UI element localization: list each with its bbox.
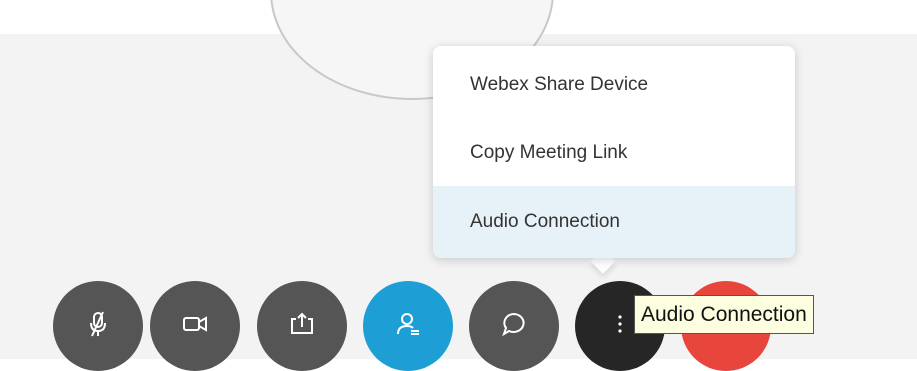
more-options-icon [605, 309, 635, 344]
more-options-menu: Webex Share Device Copy Meeting Link Aud… [433, 46, 795, 258]
menu-item-webex-share-device[interactable]: Webex Share Device [433, 50, 795, 120]
chat-button[interactable] [469, 281, 559, 371]
video-icon [180, 309, 210, 344]
share-content-button[interactable] [257, 281, 347, 371]
chat-icon [499, 309, 529, 344]
menu-item-label: Audio Connection [470, 211, 620, 232]
menu-item-audio-connection[interactable]: Audio Connection [433, 186, 795, 258]
menu-item-label: Copy Meeting Link [470, 142, 628, 163]
mute-button[interactable] [53, 281, 143, 371]
menu-item-copy-meeting-link[interactable]: Copy Meeting Link [433, 118, 795, 188]
share-icon [287, 309, 317, 344]
tooltip: Audio Connection [634, 295, 814, 334]
participants-icon [393, 309, 423, 344]
mic-muted-icon [83, 309, 113, 344]
video-button[interactable] [150, 281, 240, 371]
participants-button[interactable] [363, 281, 453, 371]
menu-item-label: Webex Share Device [470, 74, 649, 95]
